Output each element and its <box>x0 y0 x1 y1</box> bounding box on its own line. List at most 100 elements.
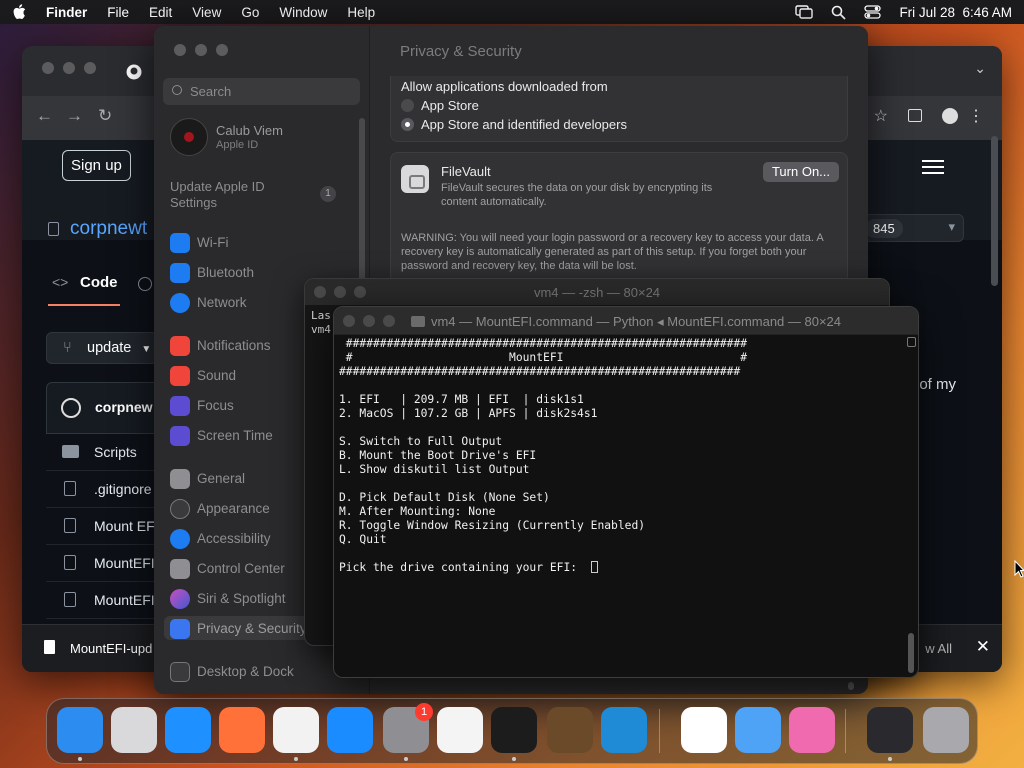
sign-up-button[interactable]: Sign up <box>62 150 131 181</box>
terminal-line: Q. Quit <box>339 533 387 546</box>
menu-view[interactable]: View <box>192 5 221 20</box>
file-name[interactable]: Scripts <box>94 444 137 460</box>
dock-terminal-icon[interactable] <box>491 707 537 753</box>
terminal-line: S. Switch to Full Output <box>339 435 503 448</box>
show-all-downloads-link[interactable]: w All <box>925 641 952 656</box>
bluetooth-icon <box>170 263 190 283</box>
browser-window-controls[interactable] <box>42 62 96 74</box>
terminal-back-line: Las <box>311 309 331 322</box>
menu-edit[interactable]: Edit <box>149 5 172 20</box>
dock-safari-icon[interactable] <box>165 707 211 753</box>
issues-icon[interactable] <box>138 277 152 291</box>
repo-title-link[interactable]: corpnewt <box>70 218 147 240</box>
owner-avatar-icon <box>61 398 81 418</box>
tab-code[interactable]: Code <box>80 274 118 291</box>
forward-arrow-icon[interactable]: → <box>66 106 83 126</box>
radio-app-store[interactable] <box>401 99 414 112</box>
dock-trash-icon[interactable] <box>923 707 969 753</box>
star-count: 845 <box>865 219 903 238</box>
sidebar-item-label: Appearance <box>197 501 270 516</box>
dock-visual-studio-icon[interactable] <box>681 707 727 753</box>
pane-scrollbar[interactable] <box>848 682 854 690</box>
screen-mirroring-icon[interactable] <box>795 5 814 19</box>
account-subtitle: Apple ID <box>216 139 259 151</box>
file-row[interactable]: MountEFI <box>46 582 166 619</box>
update-count-badge: 1 <box>320 186 336 202</box>
dock-weather-icon[interactable] <box>735 707 781 753</box>
browser-menu-icon[interactable]: ⋮ <box>968 106 984 126</box>
file-row[interactable]: MountEFI <box>46 545 166 582</box>
page-title: Privacy & Security <box>400 43 522 60</box>
apple-icon[interactable] <box>12 4 26 20</box>
dock-finder-icon[interactable] <box>57 707 103 753</box>
menu-clock[interactable]: Fri Jul 28 6:46 AM <box>899 5 1012 20</box>
back-arrow-icon[interactable]: ← <box>36 106 53 126</box>
radio-app-store-label[interactable]: App Store <box>421 98 479 113</box>
dock-firefox-icon[interactable] <box>219 707 265 753</box>
file-name[interactable]: MountEFI <box>94 592 155 608</box>
bookmark-star-icon[interactable]: ☆ <box>874 106 888 126</box>
hamburger-menu-icon[interactable] <box>922 156 944 178</box>
dock-photo-app-icon[interactable] <box>789 707 835 753</box>
terminal-line: B. Mount the Boot Drive's EFI <box>339 449 537 462</box>
tab-list-chevron-icon[interactable]: ⌄ <box>974 60 986 77</box>
sidebar-item-label: General <box>197 471 246 486</box>
file-name[interactable]: MountEFI <box>94 555 155 571</box>
menu-app-name[interactable]: Finder <box>46 5 87 20</box>
dock-app-store-icon[interactable] <box>327 707 373 753</box>
menu-window[interactable]: Window <box>279 5 327 20</box>
file-row[interactable]: Scripts <box>46 434 166 471</box>
mouse-cursor-icon <box>1014 560 1024 578</box>
file-name[interactable]: .gitignore <box>94 481 152 497</box>
repo-owner-name[interactable]: corpnew <box>95 399 153 415</box>
settings-search-input[interactable]: Search <box>163 78 360 105</box>
filevault-turn-on-button[interactable]: Turn On... <box>763 162 839 182</box>
update-apple-id-settings[interactable]: Update Apple ID Settings <box>170 179 300 211</box>
dock-garageband-icon[interactable] <box>547 707 593 753</box>
radio-identified-developers[interactable] <box>401 118 414 131</box>
download-item[interactable]: MountEFI-upd <box>70 641 152 656</box>
file-row[interactable]: .gitignore <box>46 471 166 508</box>
file-list: Scripts .gitignore Mount EF MountEFI Mou… <box>46 434 166 619</box>
sidebar-item-wifi[interactable]: Wi-Fi <box>170 230 360 254</box>
network-globe-icon <box>170 293 190 313</box>
terminal-prompt[interactable]: Pick the drive containing your EFI: <box>339 561 747 575</box>
profile-icon[interactable] <box>942 108 958 124</box>
dock-vscode-icon[interactable] <box>601 707 647 753</box>
reload-icon[interactable]: ↻ <box>98 106 112 126</box>
file-row[interactable]: Mount EF <box>46 508 166 545</box>
radio-identified-developers-label[interactable]: App Store and identified developers <box>421 117 627 132</box>
menu-help[interactable]: Help <box>347 5 375 20</box>
terminal-output[interactable]: ########################################… <box>339 337 747 575</box>
star-dropdown-icon[interactable]: ▾ <box>948 219 955 235</box>
scroll-up-icon[interactable] <box>907 337 916 347</box>
dock-launchpad-icon[interactable] <box>111 707 157 753</box>
github-tab-icon[interactable] <box>126 64 142 80</box>
settings-window-controls[interactable] <box>174 44 228 56</box>
terminal-scrollbar[interactable] <box>906 337 916 675</box>
menu-file[interactable]: File <box>107 5 129 20</box>
spotlight-search-icon[interactable] <box>831 5 847 20</box>
branch-select-button[interactable]: ⑂ update ▼ <box>46 332 158 364</box>
search-icon <box>172 85 182 95</box>
dock-terminal-window-icon[interactable] <box>867 707 913 753</box>
side-panel-icon[interactable] <box>908 109 922 122</box>
branch-icon: ⑂ <box>63 340 72 356</box>
folder-icon <box>62 445 79 458</box>
terminal-line: # MountEFI # <box>339 351 748 364</box>
file-icon <box>64 592 76 607</box>
menu-go[interactable]: Go <box>241 5 259 20</box>
sidebar-item-label: Bluetooth <box>197 265 255 280</box>
dock-chrome-icon[interactable] <box>273 707 319 753</box>
terminal-window[interactable]: vm4 — MountEFI.command — Python ◂ MountE… <box>333 306 919 678</box>
file-name[interactable]: Mount EF <box>94 518 155 534</box>
dock-textedit-icon[interactable] <box>437 707 483 753</box>
page-scrollbar[interactable] <box>991 136 998 286</box>
sidebar-item-desktop-dock[interactable]: Desktop & Dock <box>170 659 360 683</box>
sidebar-item-label: Control Center <box>197 561 285 576</box>
control-center-icon[interactable] <box>864 5 882 19</box>
close-download-bar-icon[interactable]: ✕ <box>976 637 990 657</box>
sidebar-item-label: Wi-Fi <box>197 235 229 250</box>
scroll-thumb[interactable] <box>908 633 914 673</box>
terminal-titlebar: vm4 — MountEFI.command — Python ◂ MountE… <box>334 307 918 335</box>
